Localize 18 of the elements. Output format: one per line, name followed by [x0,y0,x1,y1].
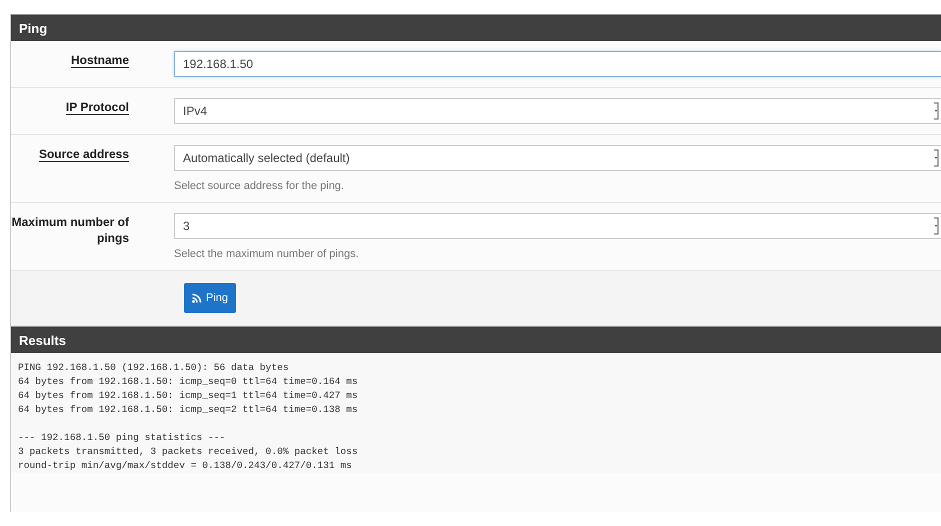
dropdown-arrow-icon [934,102,939,120]
dropdown-arrow-icon [934,217,939,235]
field-value: 192.168.1.50 [183,57,254,71]
dropdown-arrow-icon [934,149,939,167]
select-field[interactable]: 3 [174,213,941,239]
rss-icon [192,293,202,303]
panel-title: Results [19,332,66,348]
field-label: IP Protocol [66,100,129,115]
field-label: Source address [38,147,129,162]
hostname-field[interactable]: 192.168.1.50 [174,51,941,77]
field-label: Hostname [70,53,129,68]
panel-title: Ping [19,20,48,36]
field-label: Maximum number of pings [12,215,129,245]
help-text: Select source address for the ping. [174,179,345,194]
select-field[interactable]: IPv4 [174,98,941,124]
ping-button[interactable]: Ping [184,283,236,313]
select-field[interactable]: Automatically selected (default) [174,145,941,171]
help-text: Select the maximum number of pings. [174,247,360,262]
